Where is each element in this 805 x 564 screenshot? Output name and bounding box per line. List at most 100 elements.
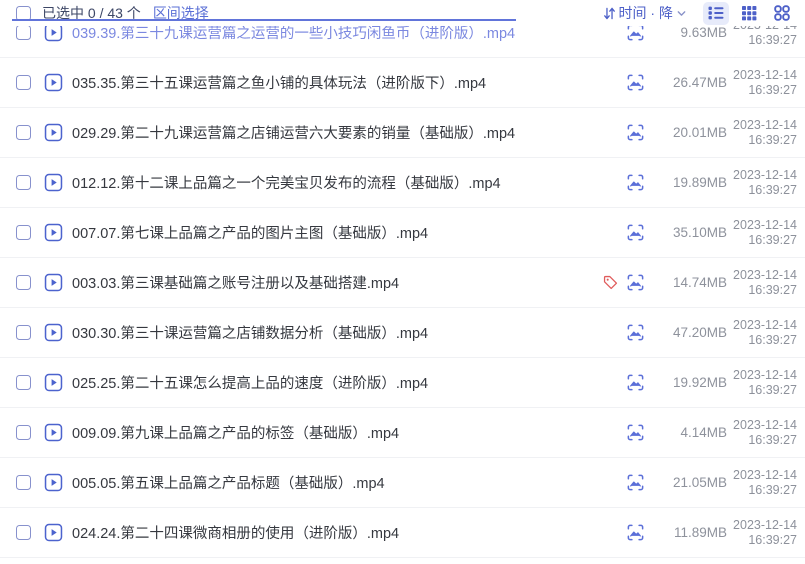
file-datetime: 2023-12-14 16:39:27 — [727, 268, 797, 298]
row-checkbox[interactable] — [16, 325, 31, 340]
file-datetime: 2023-12-14 16:39:27 — [727, 368, 797, 398]
file-row[interactable]: 024.24.第二十四课微商相册的使用（进阶版）.mp4 11.89MB 202… — [0, 508, 805, 558]
file-datetime: 2023-12-14 16:39:27 — [727, 468, 797, 498]
file-name[interactable]: 029.29.第二十九课运营篇之店铺运营六大要素的销量（基础版）.mp4 — [72, 122, 515, 143]
list-view-icon — [707, 4, 725, 22]
file-size: 14.74MB — [645, 275, 727, 290]
sort-arrows-icon — [602, 6, 617, 21]
file-name[interactable]: 030.30.第三十课运营篇之店铺数据分析（基础版）.mp4 — [72, 322, 428, 343]
file-time: 16:39:27 — [727, 533, 797, 548]
view-list-button[interactable] — [703, 2, 729, 25]
image-preview-icon[interactable] — [626, 523, 645, 542]
file-row[interactable]: 029.29.第二十九课运营篇之店铺运营六大要素的销量（基础版）.mp4 20.… — [0, 108, 805, 158]
file-row[interactable]: 007.07.第七课上品篇之产品的图片主图（基础版）.mp4 35.10MB 2… — [0, 208, 805, 258]
file-time: 16:39:27 — [727, 483, 797, 498]
file-size: 35.10MB — [645, 225, 727, 240]
file-date: 2023-12-14 — [727, 368, 797, 383]
image-preview-icon[interactable] — [626, 173, 645, 192]
file-row[interactable]: 030.30.第三十课运营篇之店铺数据分析（基础版）.mp4 47.20MB 2… — [0, 308, 805, 358]
file-name[interactable]: 007.07.第七课上品篇之产品的图片主图（基础版）.mp4 — [72, 222, 428, 243]
row-checkbox[interactable] — [16, 525, 31, 540]
file-name[interactable]: 012.12.第十二课上品篇之一个完美宝贝发布的流程（基础版）.mp4 — [72, 172, 501, 193]
file-row[interactable]: 005.05.第五课上品篇之产品标题（基础版）.mp4 21.05MB 2023… — [0, 458, 805, 508]
row-meta: 4.14MB 2023-12-14 16:39:27 — [626, 418, 805, 448]
image-preview-icon[interactable] — [626, 273, 645, 292]
file-time: 16:39:27 — [727, 33, 797, 48]
row-meta: 11.89MB 2023-12-14 16:39:27 — [626, 518, 805, 548]
image-preview-icon[interactable] — [626, 73, 645, 92]
view-grid-button[interactable] — [736, 2, 762, 25]
hovered-row-clip-line — [12, 19, 516, 21]
file-size: 47.20MB — [645, 325, 727, 340]
file-name[interactable]: 005.05.第五课上品篇之产品标题（基础版）.mp4 — [72, 472, 385, 493]
image-preview-icon[interactable] — [626, 323, 645, 342]
file-time: 16:39:27 — [727, 283, 797, 298]
file-datetime: 2023-12-14 16:39:27 — [727, 418, 797, 448]
file-row[interactable]: 003.03.第三课基础篇之账号注册以及基础搭建.mp4 14.74MB — [0, 258, 805, 308]
dense-grid-view-icon — [740, 4, 758, 22]
row-checkbox[interactable] — [16, 225, 31, 240]
file-datetime: 2023-12-14 16:39:27 — [727, 218, 797, 248]
row-meta: 19.92MB 2023-12-14 16:39:27 — [626, 368, 805, 398]
row-meta: 47.20MB 2023-12-14 16:39:27 — [626, 318, 805, 348]
video-play-icon — [44, 473, 63, 492]
file-time: 16:39:27 — [727, 433, 797, 448]
video-play-icon — [44, 423, 63, 442]
row-meta: 35.10MB 2023-12-14 16:39:27 — [626, 218, 805, 248]
video-play-icon — [44, 273, 63, 292]
video-play-icon — [44, 373, 63, 392]
image-preview-icon[interactable] — [626, 373, 645, 392]
file-datetime: 2023-12-14 16:39:27 — [727, 318, 797, 348]
file-name[interactable]: 024.24.第二十四课微商相册的使用（进阶版）.mp4 — [72, 522, 399, 543]
video-play-icon — [44, 323, 63, 342]
sort-control[interactable]: 时间 · 降 — [602, 3, 687, 23]
file-name[interactable]: 025.25.第二十五课怎么提高上品的速度（进阶版）.mp4 — [72, 372, 428, 393]
view-mode-switcher — [703, 2, 795, 25]
image-preview-icon[interactable] — [626, 423, 645, 442]
tag-icon — [602, 274, 619, 291]
file-name[interactable]: 009.09.第九课上品篇之产品的标签（基础版）.mp4 — [72, 422, 399, 443]
row-checkbox[interactable] — [16, 75, 31, 90]
file-list: 039.39.第三十九课运营篇之运营的一些小技巧闲鱼币（进阶版）.mp4 9.6… — [0, 8, 805, 558]
view-large-grid-button[interactable] — [769, 2, 795, 25]
row-checkbox[interactable] — [16, 375, 31, 390]
row-checkbox[interactable] — [16, 25, 31, 40]
file-date: 2023-12-14 — [727, 168, 797, 183]
file-datetime: 2023-12-14 16:39:27 — [727, 168, 797, 198]
row-meta: 21.05MB 2023-12-14 16:39:27 — [626, 468, 805, 498]
image-preview-icon[interactable] — [626, 223, 645, 242]
row-meta: 19.89MB 2023-12-14 16:39:27 — [626, 168, 805, 198]
image-preview-icon[interactable] — [626, 473, 645, 492]
file-name[interactable]: 035.35.第三十五课运营篇之鱼小铺的具体玩法（进阶版下）.mp4 — [72, 72, 486, 93]
file-row[interactable]: 035.35.第三十五课运营篇之鱼小铺的具体玩法（进阶版下）.mp4 26.47… — [0, 58, 805, 108]
file-time: 16:39:27 — [727, 83, 797, 98]
large-grid-view-icon — [773, 4, 791, 22]
video-play-icon — [44, 223, 63, 242]
row-checkbox[interactable] — [16, 475, 31, 490]
file-datetime: 2023-12-14 16:39:27 — [727, 118, 797, 148]
file-datetime: 2023-12-14 16:39:27 — [727, 518, 797, 548]
row-meta: 20.01MB 2023-12-14 16:39:27 — [626, 118, 805, 148]
row-meta: 14.74MB 2023-12-14 16:39:27 — [602, 268, 805, 298]
file-name[interactable]: 003.03.第三课基础篇之账号注册以及基础搭建.mp4 — [72, 272, 399, 293]
file-row[interactable]: 025.25.第二十五课怎么提高上品的速度（进阶版）.mp4 19.92MB 2… — [0, 358, 805, 408]
image-preview-icon[interactable] — [626, 123, 645, 142]
file-size: 9.63MB — [645, 25, 727, 40]
file-size: 21.05MB — [645, 475, 727, 490]
row-checkbox[interactable] — [16, 175, 31, 190]
file-time: 16:39:27 — [727, 133, 797, 148]
file-size: 20.01MB — [645, 125, 727, 140]
row-checkbox[interactable] — [16, 125, 31, 140]
file-row[interactable]: 009.09.第九课上品篇之产品的标签（基础版）.mp4 4.14MB 2023… — [0, 408, 805, 458]
file-size: 19.89MB — [645, 175, 727, 190]
video-play-icon — [44, 123, 63, 142]
row-checkbox[interactable] — [16, 425, 31, 440]
file-size: 26.47MB — [645, 75, 727, 90]
chevron-down-icon — [676, 8, 687, 19]
file-row[interactable]: 012.12.第十二课上品篇之一个完美宝贝发布的流程（基础版）.mp4 19.8… — [0, 158, 805, 208]
file-size: 11.89MB — [645, 525, 727, 540]
file-time: 16:39:27 — [727, 233, 797, 248]
file-date: 2023-12-14 — [727, 218, 797, 233]
file-date: 2023-12-14 — [727, 518, 797, 533]
row-checkbox[interactable] — [16, 275, 31, 290]
